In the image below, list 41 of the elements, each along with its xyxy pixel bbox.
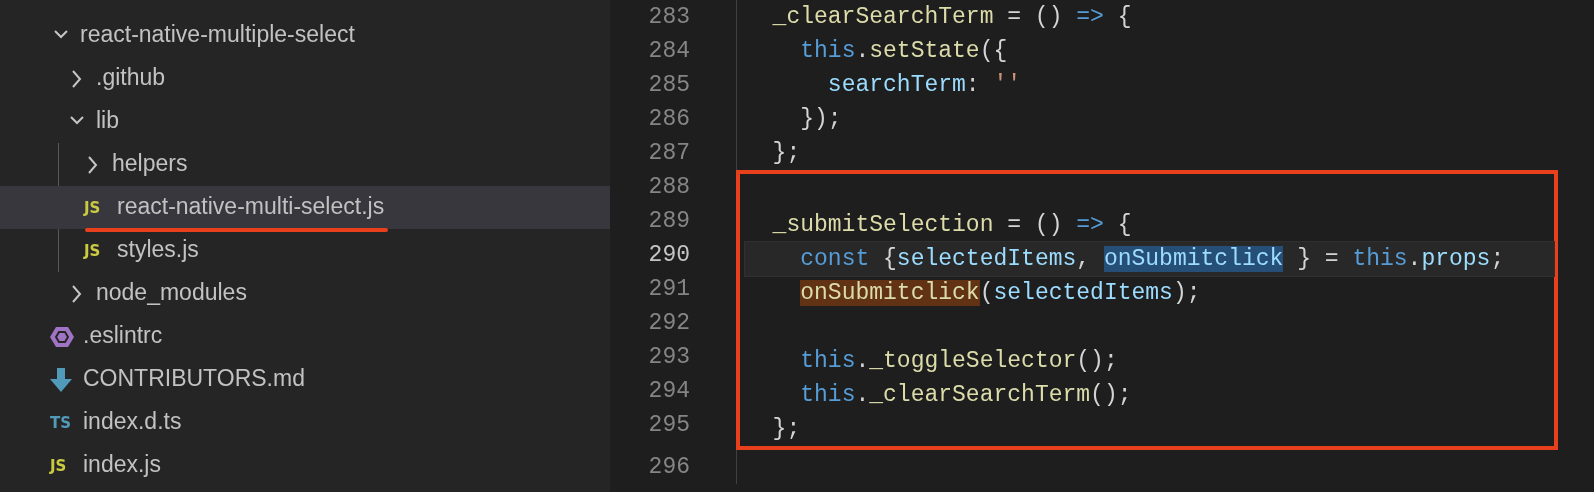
line-number: 296	[647, 453, 691, 482]
file-item[interactable]: JS styles.js	[0, 229, 610, 272]
line-number: 288	[647, 173, 691, 202]
js-file-icon: JS	[50, 456, 67, 475]
code-line: };	[771, 415, 802, 444]
line-number: 285	[647, 71, 691, 100]
line-number: 283	[647, 3, 691, 32]
file-item[interactable]: JS index.js	[0, 444, 610, 487]
js-file-icon: JS	[84, 241, 101, 260]
line-number: 291	[647, 275, 691, 304]
download-arrow-icon	[50, 367, 72, 392]
folder-item[interactable]: react-native-multiple-select	[0, 14, 610, 57]
line-number: 295	[647, 411, 691, 440]
folder-item[interactable]: helpers	[0, 143, 610, 186]
file-item[interactable]: JS react-native-multi-select.js	[0, 186, 610, 229]
code-line: this.setState({	[799, 37, 1009, 66]
code-line: _clearSearchTerm = () => {	[771, 3, 1133, 32]
js-file-icon: JS	[84, 198, 101, 217]
line-number: 284	[647, 37, 691, 66]
code-line: this._clearSearchTerm();	[799, 381, 1133, 410]
ts-file-icon: TS	[50, 413, 72, 432]
code-line: };	[771, 139, 802, 168]
line-number: 287	[647, 139, 691, 168]
folder-item[interactable]: lib	[0, 100, 610, 143]
line-number: 292	[647, 309, 691, 338]
line-number: 293	[647, 343, 691, 372]
line-number: 294	[647, 377, 691, 406]
code-line: onSubmitclick(selectedItems);	[799, 279, 1202, 308]
file-item[interactable]: CONTRIBUTORS.md	[0, 358, 610, 401]
hexagon-icon	[50, 324, 74, 349]
folder-item[interactable]: .github	[0, 57, 610, 100]
code-line: this._toggleSelector();	[799, 347, 1119, 376]
code-line: searchTerm: ''	[826, 71, 1023, 100]
folder-item[interactable]: node_modules	[0, 272, 610, 315]
line-number: 290	[647, 241, 691, 270]
line-number: 286	[647, 105, 691, 134]
file-item[interactable]: .eslintrc	[0, 315, 610, 358]
code-line: });	[799, 105, 843, 134]
line-number: 289	[647, 207, 691, 236]
code-line: _submitSelection = () => {	[771, 211, 1133, 240]
file-item[interactable]: TS index.d.ts	[0, 401, 610, 444]
